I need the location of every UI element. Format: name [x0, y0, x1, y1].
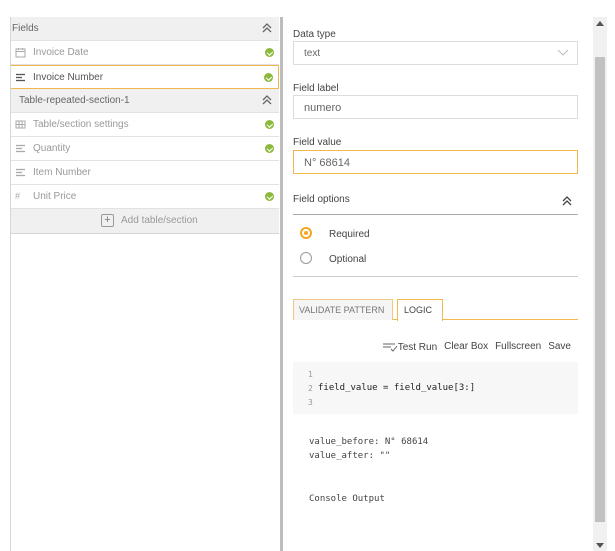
clear-box-button[interactable]: Clear Box [444, 341, 488, 353]
scroll-up-icon[interactable] [596, 21, 604, 26]
save-button[interactable]: Save [548, 341, 571, 353]
check-icon [264, 73, 273, 82]
tab-logic[interactable]: LOGIC [397, 299, 443, 321]
data-type-label: Data type [293, 29, 336, 40]
optional-radio[interactable] [300, 252, 312, 264]
field-value-value: N° 68614 [304, 157, 350, 169]
top-strip-text: ·· ··· ····· ·· ·· ····· [18, 0, 95, 5]
test-run-icon [382, 343, 398, 352]
chevron-double-up-icon[interactable] [260, 93, 274, 107]
test-run-label: Test Run [397, 341, 438, 353]
field-item-label: Invoice Date [33, 47, 89, 58]
field-item-invoice-number[interactable]: Invoice Number [11, 65, 279, 89]
optional-label: Optional [329, 254, 367, 265]
field-item-invoice-date[interactable]: Invoice Date [11, 41, 279, 65]
text-lines-icon [16, 168, 25, 177]
add-table-section-label: Add table/section [121, 215, 198, 226]
field-item-label: Unit Price [33, 191, 77, 202]
fields-header-label: Fields [12, 23, 39, 34]
test-run-button[interactable]: Test Run [382, 341, 437, 353]
line-number: 1 [308, 370, 313, 379]
fields-header[interactable]: Fields [11, 17, 279, 41]
calendar-icon [15, 48, 26, 58]
field-label-label: Field label [293, 83, 339, 94]
top-strip: ·· ··· ····· ·· ·· ····· [0, 0, 615, 14]
required-radio[interactable] [300, 227, 312, 239]
panel-divider[interactable] [280, 17, 283, 551]
check-icon [265, 192, 274, 201]
fullscreen-button[interactable]: Fullscreen [495, 341, 541, 353]
scrollbar[interactable] [593, 17, 607, 551]
data-type-select[interactable]: text [293, 41, 578, 65]
check-icon [265, 144, 274, 153]
logic-tabs: VALIDATE PATTERN LOGIC [293, 299, 578, 321]
chevron-double-up-icon[interactable] [560, 194, 574, 208]
field-label-value: numero [304, 102, 342, 114]
text-lines-icon [16, 73, 25, 82]
field-value-label: Field value [293, 137, 342, 148]
add-table-section-button[interactable]: + Add table/section [11, 209, 279, 234]
field-item-label: Table/section settings [33, 119, 129, 130]
chevron-down-icon [557, 49, 569, 56]
divider [293, 214, 578, 215]
field-item-quantity[interactable]: Quantity [11, 137, 279, 161]
field-item-label: Invoice Number [33, 72, 104, 83]
required-label: Required [329, 229, 370, 240]
field-value-input[interactable]: N° 68614 [293, 150, 578, 174]
text-lines-icon [16, 144, 25, 153]
data-type-value: text [304, 48, 321, 59]
table-icon [15, 120, 26, 129]
scroll-down-icon[interactable] [596, 543, 604, 548]
editor-toolbar: Test Run Clear Box Fullscreen Save [382, 341, 571, 353]
field-item-table-settings[interactable]: Table/section settings [11, 113, 279, 137]
console-output-label: Console Output [309, 494, 385, 504]
hash-icon: # [15, 191, 21, 201]
fields-panel: Fields Invoice Date Invoice Number Table… [10, 17, 279, 551]
field-item-item-number[interactable]: Item Number [11, 161, 279, 185]
field-item-unit-price[interactable]: # Unit Price [11, 185, 279, 209]
section-header[interactable]: Table-repeated-section-1 [11, 89, 279, 113]
scrollbar-thumb[interactable] [595, 57, 605, 522]
tab-validate-pattern[interactable]: VALIDATE PATTERN [293, 299, 393, 320]
line-number: 3 [308, 398, 313, 407]
check-icon [265, 48, 274, 57]
field-label-input[interactable]: numero [293, 95, 578, 119]
line-number: 2 [308, 384, 313, 393]
code-editor[interactable]: 1 2 3 field_value = field_value[3:] [293, 362, 578, 414]
field-item-label: Item Number [33, 167, 91, 178]
check-icon [265, 120, 274, 129]
plus-icon: + [101, 214, 114, 227]
console-value-before: value_before: N° 68614 [309, 437, 429, 447]
divider [293, 276, 578, 277]
chevron-double-up-icon[interactable] [260, 21, 274, 35]
section-label: Table-repeated-section-1 [19, 95, 130, 106]
code-line: field_value = field_value[3:] [318, 383, 476, 393]
field-options-label: Field options [293, 194, 350, 205]
field-item-label: Quantity [33, 143, 71, 154]
console-value-after: value_after: "" [309, 451, 391, 461]
